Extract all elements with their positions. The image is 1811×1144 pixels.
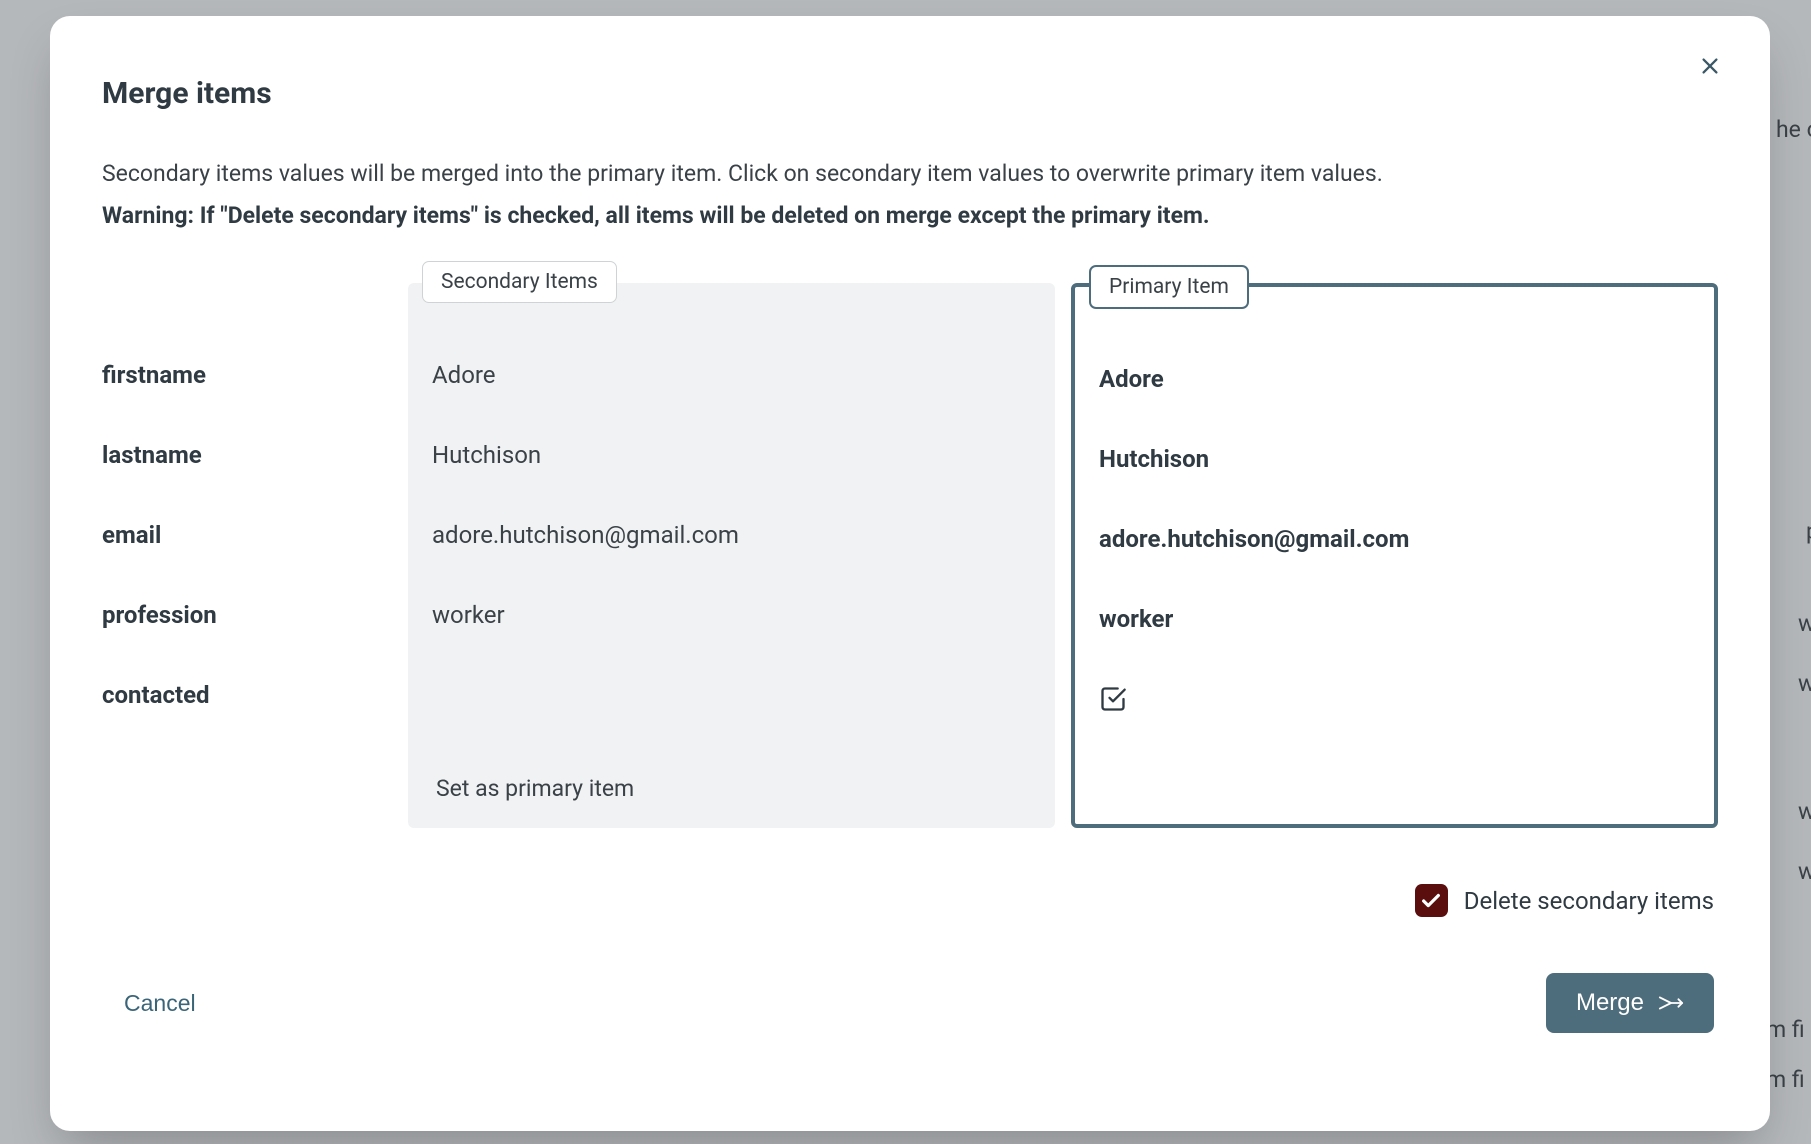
primary-item-panel: Primary Item Adore Hutchison adore.hutch…: [1071, 283, 1718, 828]
secondary-value-email[interactable]: adore.hutchison@gmail.com: [432, 495, 1031, 575]
bg-text: w: [1798, 670, 1811, 697]
merge-button[interactable]: Merge: [1546, 973, 1714, 1033]
primary-value-contacted: [1099, 659, 1690, 739]
close-button[interactable]: [1690, 46, 1730, 86]
merge-arrow-icon: [1658, 993, 1684, 1013]
primary-value-profession: worker: [1099, 579, 1690, 659]
field-label-lastname: lastname: [102, 415, 392, 495]
modal-actions: Cancel Merge: [102, 973, 1718, 1033]
close-icon: [1699, 55, 1721, 77]
field-label-profession: profession: [102, 575, 392, 655]
bg-text: m fi: [1766, 1066, 1805, 1093]
merge-button-label: Merge: [1576, 989, 1644, 1017]
primary-value-lastname: Hutchison: [1099, 419, 1690, 499]
secondary-value-profession[interactable]: worker: [432, 575, 1031, 655]
modal-description: Secondary items values will be merged in…: [102, 157, 1718, 190]
checkbox-checked-icon: [1099, 685, 1127, 713]
modal-title: Merge items: [102, 76, 1718, 111]
delete-secondary-label: Delete secondary items: [1464, 887, 1714, 915]
bg-text: m fi: [1766, 1016, 1805, 1043]
merge-grid: firstname lastname email profession cont…: [102, 283, 1718, 828]
bg-text: p: [1806, 518, 1811, 545]
field-labels-column: firstname lastname email profession cont…: [102, 283, 392, 828]
field-label-email: email: [102, 495, 392, 575]
secondary-item-panel: Secondary Items Adore Hutchison adore.hu…: [408, 283, 1055, 828]
delete-secondary-checkbox[interactable]: [1415, 884, 1448, 917]
field-label-contacted: contacted: [102, 655, 392, 735]
primary-value-email: adore.hutchison@gmail.com: [1099, 499, 1690, 579]
set-as-primary-button[interactable]: Set as primary item: [432, 735, 1031, 806]
secondary-value-lastname[interactable]: Hutchison: [432, 415, 1031, 495]
secondary-value-contacted[interactable]: [432, 655, 1031, 735]
bg-text: w: [1798, 798, 1811, 825]
secondary-badge: Secondary Items: [422, 261, 617, 303]
primary-value-firstname: Adore: [1099, 339, 1690, 419]
check-icon: [1420, 890, 1442, 912]
primary-badge: Primary Item: [1089, 265, 1249, 309]
delete-secondary-row: Delete secondary items: [102, 884, 1718, 917]
modal-warning: Warning: If "Delete secondary items" is …: [102, 202, 1718, 229]
bg-text: w: [1798, 858, 1811, 885]
cancel-button[interactable]: Cancel: [124, 990, 196, 1017]
bg-text: w: [1798, 610, 1811, 637]
secondary-value-firstname[interactable]: Adore: [432, 335, 1031, 415]
merge-items-modal: Merge items Secondary items values will …: [50, 16, 1770, 1131]
field-label-firstname: firstname: [102, 335, 392, 415]
bg-text: he ot: [1776, 116, 1811, 143]
